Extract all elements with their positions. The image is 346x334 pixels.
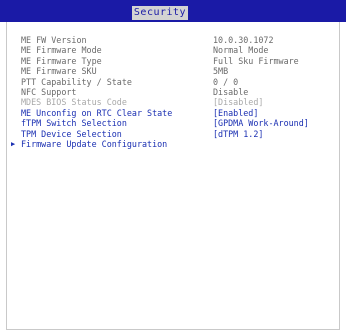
setting-label: ME Firmware Type <box>21 55 102 66</box>
row-ftpm-switch-selection[interactable]: fTPM Switch Selection [GPDMA Work-Around… <box>7 118 337 128</box>
setting-label: ME Firmware SKU <box>21 66 97 77</box>
setting-label[interactable]: TPM Device Selection <box>21 129 122 139</box>
setting-label: PTT Capability / State <box>21 76 132 87</box>
setting-label: MDES BIOS Status Code <box>21 97 127 108</box>
setting-value: Full Sku Firmware <box>213 55 299 66</box>
row-me-fw-version: ME FW Version 10.0.30.1072 <box>7 35 337 45</box>
setting-option[interactable]: [dTPM 1.2] <box>213 129 263 139</box>
setting-value: 10.0.30.1072 <box>213 35 274 45</box>
setting-label: ME FW Version <box>21 35 87 45</box>
setting-option[interactable]: [Enabled] <box>213 108 258 118</box>
setting-value: Normal Mode <box>213 45 269 56</box>
setting-label[interactable]: fTPM Switch Selection <box>21 118 127 128</box>
row-me-firmware-mode: ME Firmware Mode Normal Mode <box>7 45 337 55</box>
row-ptt-capability: PTT Capability / State 0 / 0 <box>7 77 337 87</box>
settings-panel: ME FW Version 10.0.30.1072 ME Firmware M… <box>6 22 340 330</box>
top-menu-bar: Security <box>0 0 346 22</box>
setting-option[interactable]: [GPDMA Work-Around] <box>213 118 309 128</box>
row-me-firmware-type: ME Firmware Type Full Sku Firmware <box>7 56 337 66</box>
row-firmware-update-configuration[interactable]: ▶ Firmware Update Configuration <box>7 139 337 149</box>
bios-screen: Security ME FW Version 10.0.30.1072 ME F… <box>0 0 346 334</box>
setting-value: 5MB <box>213 66 229 77</box>
setting-value: 0 / 0 <box>213 76 239 87</box>
submenu-arrow-icon: ▶ <box>11 139 16 148</box>
setting-value: [Disabled] <box>213 97 264 108</box>
setting-label: NFC Support <box>21 86 77 97</box>
settings-list: ME FW Version 10.0.30.1072 ME Firmware M… <box>7 35 337 149</box>
row-tpm-device-selection[interactable]: TPM Device Selection [dTPM 1.2] <box>7 129 337 139</box>
setting-label: ME Firmware Mode <box>21 45 102 56</box>
row-nfc-support: NFC Support Disable <box>7 87 337 97</box>
row-me-unconfig-rtc[interactable]: ME Unconfig on RTC Clear State [Enabled] <box>7 108 337 118</box>
tab-security[interactable]: Security <box>132 6 188 20</box>
row-me-firmware-sku: ME Firmware SKU 5MB <box>7 66 337 76</box>
row-mdes-bios-status-code: MDES BIOS Status Code [Disabled] <box>7 97 337 107</box>
setting-value: Disable <box>213 86 249 97</box>
setting-label[interactable]: ME Unconfig on RTC Clear State <box>21 108 172 118</box>
submenu-label[interactable]: Firmware Update Configuration <box>21 139 167 149</box>
